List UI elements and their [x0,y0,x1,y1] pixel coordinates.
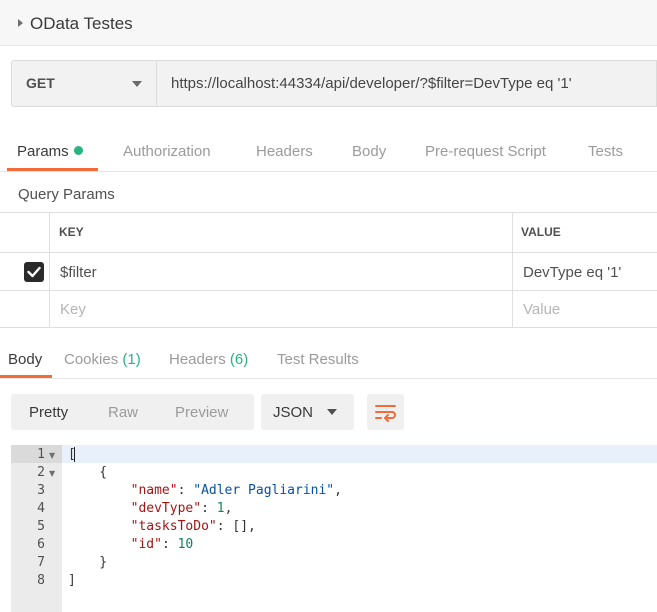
response-tab-cookies[interactable]: Cookies (1) [64,351,141,368]
params-active-dot-icon [73,146,83,155]
tab-headers[interactable]: Headers [256,143,313,160]
column-header-key: KEY [59,225,84,239]
line-number: 8 [37,573,45,588]
method-select[interactable]: GET [11,60,156,107]
url-input[interactable]: https://localhost:44334/api/developer/?$… [156,60,657,107]
collection-title[interactable]: OData Testes [30,14,133,34]
fold-arrow-icon[interactable]: ▼ [49,469,55,478]
chevron-down-icon [327,409,337,415]
format-select[interactable]: JSON [261,394,354,430]
line-number: 1 [37,447,45,462]
table-border [0,212,657,213]
new-key-input[interactable]: Key [60,301,86,318]
line-number: 5 [37,519,45,534]
line-number: 2 [37,465,45,480]
code-line[interactable]: ] [68,573,76,588]
code-line[interactable]: "id": 10 [68,537,194,552]
response-tab-headers[interactable]: Headers (6) [169,351,248,368]
collection-header: OData Testes [0,0,657,46]
code-line[interactable]: } [68,555,107,570]
code-line[interactable]: "name": "Adler Pagliarini", [68,483,342,498]
table-border [0,327,657,328]
fold-arrow-icon[interactable]: ▼ [49,451,55,460]
response-tab-body[interactable]: Body [8,351,42,368]
code-line[interactable]: { [68,465,107,480]
tab-params[interactable]: Params [17,143,83,160]
line-number: 6 [37,537,45,552]
tab-pre-request-script[interactable]: Pre-request Script [425,143,546,160]
line-number: 4 [37,501,45,516]
response-tab-label: Body [8,351,43,368]
table-border [512,212,513,328]
code-line[interactable]: "tasksToDo": [], [68,519,256,534]
headers-count: (6) [229,351,249,368]
query-params-label: Query Params [18,186,115,203]
method-label: GET [26,75,55,91]
response-tab-label: Test Results [277,351,359,368]
view-mode-group: Pretty Raw Preview [11,394,254,430]
tab-tests[interactable]: Tests [588,143,623,160]
chevron-down-icon [132,81,142,87]
table-border [0,252,657,253]
line-number: 3 [37,483,45,498]
preview-button[interactable]: Preview [175,404,228,421]
response-tab-label: Cookies [64,351,119,368]
param-checkbox[interactable] [24,262,44,282]
caret-right-icon[interactable] [18,19,23,27]
format-label: JSON [273,404,314,421]
param-value-cell[interactable]: DevType eq '1' [523,264,621,281]
response-tab-label: Headers [169,351,226,368]
check-icon [27,266,41,278]
response-tab-test-results[interactable]: Test Results [277,351,359,368]
tab-authorization[interactable]: Authorization [123,143,211,160]
tab-params-label: Params [17,143,69,160]
response-tabs-divider [0,378,657,379]
raw-button[interactable]: Raw [108,404,138,421]
column-header-value: VALUE [521,225,561,239]
url-text: https://localhost:44334/api/developer/?$… [171,75,572,92]
wrap-lines-icon [375,405,396,422]
code-line[interactable]: "devType": 1, [68,501,233,516]
active-line-highlight [62,445,657,463]
param-key-cell[interactable]: $filter [60,264,97,281]
line-number: 7 [37,555,45,570]
new-value-input[interactable]: Value [523,301,560,318]
table-border [49,212,50,328]
tab-body[interactable]: Body [352,143,386,160]
cookies-count: (1) [122,351,141,368]
wrap-lines-button[interactable] [367,394,404,430]
table-border [0,290,657,291]
text-cursor [74,447,75,462]
tabs-divider [0,171,657,172]
pretty-button[interactable]: Pretty [29,404,68,421]
